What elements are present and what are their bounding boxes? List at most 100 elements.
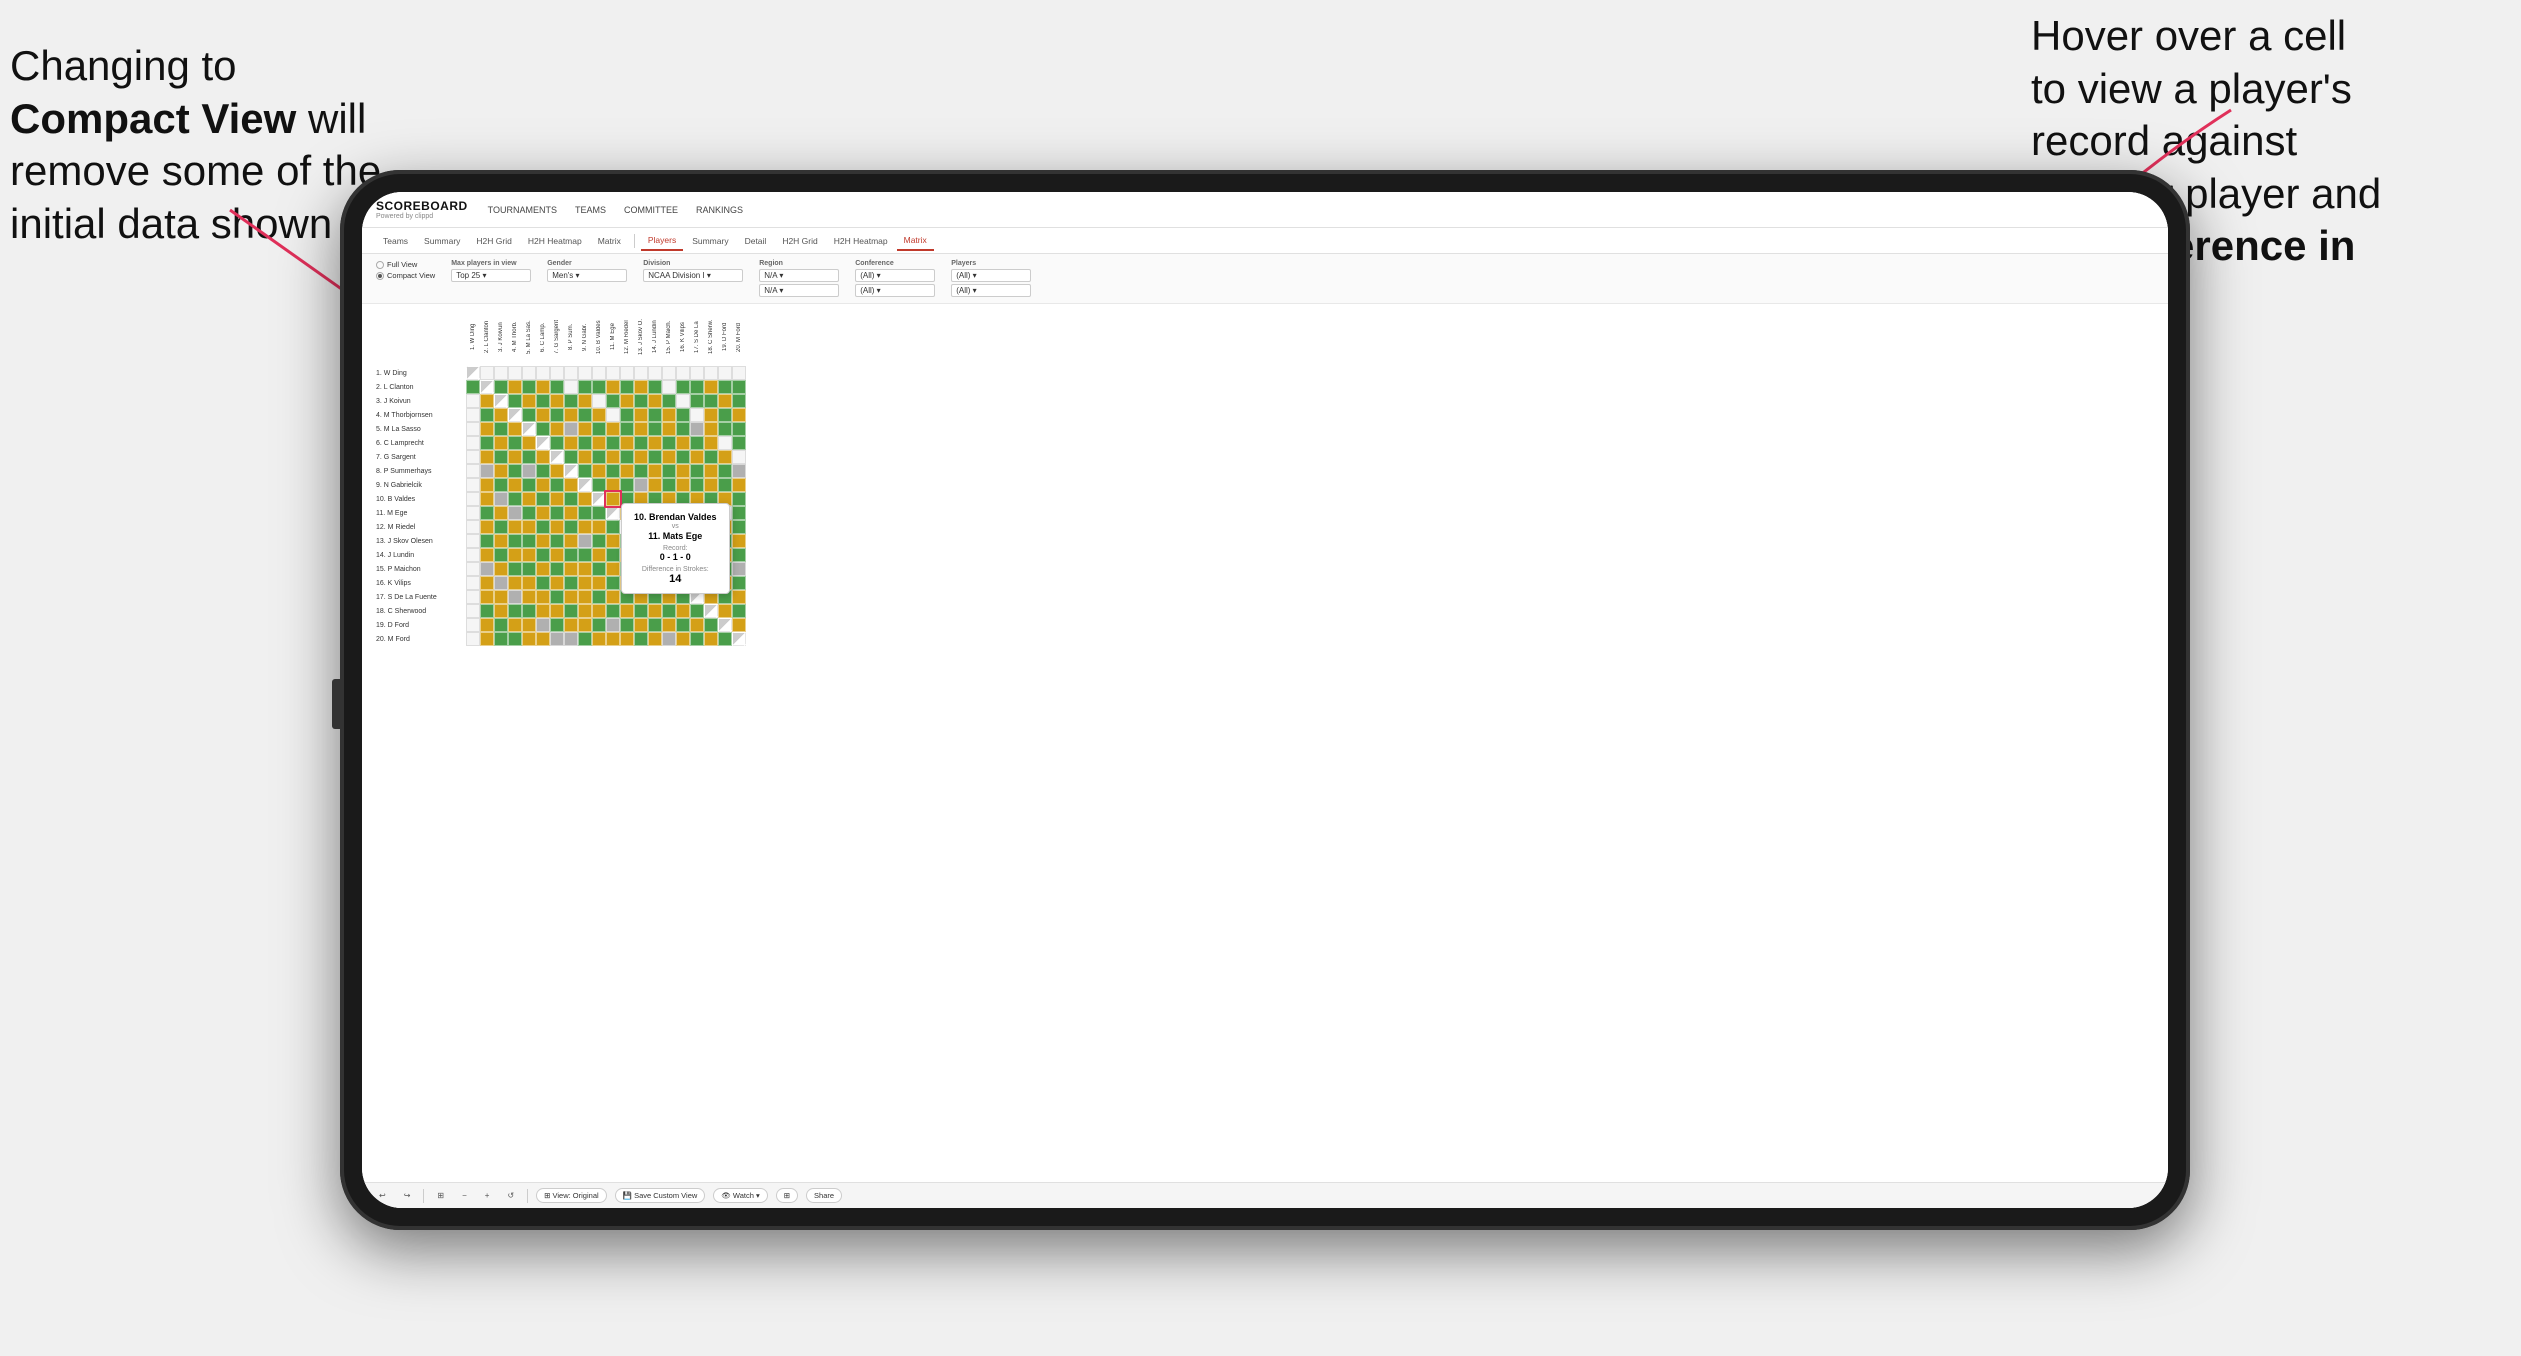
- grid-cell[interactable]: [704, 394, 718, 408]
- grid-cell[interactable]: [620, 380, 634, 394]
- grid-cell[interactable]: [578, 590, 592, 604]
- grid-cell[interactable]: [578, 380, 592, 394]
- grid-cell[interactable]: [676, 408, 690, 422]
- watch-button[interactable]: 👁 Watch ▾: [713, 1188, 767, 1203]
- grid-cell[interactable]: [606, 548, 620, 562]
- grid-cell[interactable]: [648, 380, 662, 394]
- grid-cell[interactable]: [564, 422, 578, 436]
- nav-rankings[interactable]: RANKINGS: [696, 203, 743, 217]
- grid-cell[interactable]: [466, 422, 480, 436]
- grid-cell[interactable]: [634, 604, 648, 618]
- tablet-button[interactable]: [332, 679, 340, 729]
- grid-cell[interactable]: [522, 478, 536, 492]
- grid-cell[interactable]: [620, 632, 634, 646]
- view-original-button[interactable]: ⊞ View: Original: [536, 1188, 607, 1203]
- sub-nav-h2hgrid1[interactable]: H2H Grid: [469, 232, 518, 250]
- grid-cell[interactable]: [480, 408, 494, 422]
- grid-cell[interactable]: [592, 366, 606, 380]
- grid-cell[interactable]: [662, 450, 676, 464]
- grid-cell[interactable]: [536, 464, 550, 478]
- sub-nav-detail[interactable]: Detail: [738, 232, 774, 250]
- sub-nav-h2hgrid2[interactable]: H2H Grid: [775, 232, 824, 250]
- grid-cell[interactable]: [466, 394, 480, 408]
- grid-cell[interactable]: [578, 562, 592, 576]
- grid-cell[interactable]: [718, 632, 732, 646]
- grid-cell[interactable]: [536, 408, 550, 422]
- grid-cell[interactable]: [620, 604, 634, 618]
- grid-cell[interactable]: [704, 632, 718, 646]
- grid-cell[interactable]: [676, 394, 690, 408]
- grid-cell[interactable]: [536, 436, 550, 450]
- grid-cell[interactable]: [732, 506, 746, 520]
- grid-cell[interactable]: [466, 604, 480, 618]
- grid-cell[interactable]: [592, 408, 606, 422]
- grid-cell[interactable]: [578, 506, 592, 520]
- grid-cell[interactable]: [620, 618, 634, 632]
- grid-cell[interactable]: [620, 450, 634, 464]
- grid-cell[interactable]: [634, 366, 648, 380]
- grid-cell[interactable]: [578, 548, 592, 562]
- grid-cell[interactable]: [466, 366, 480, 380]
- filter-gender-select[interactable]: Men's ▾: [547, 269, 627, 282]
- grid-cell[interactable]: [718, 464, 732, 478]
- grid-cell[interactable]: [564, 618, 578, 632]
- grid-cell[interactable]: [578, 450, 592, 464]
- grid-cell[interactable]: [606, 450, 620, 464]
- grid-cell[interactable]: [494, 366, 508, 380]
- grid-cell[interactable]: [508, 618, 522, 632]
- grid-cell[interactable]: [480, 464, 494, 478]
- grid-cell[interactable]: [494, 380, 508, 394]
- grid-cell[interactable]: [536, 562, 550, 576]
- grid-cell[interactable]: [578, 520, 592, 534]
- grid-cell[interactable]: [592, 394, 606, 408]
- grid-cell[interactable]: [592, 492, 606, 506]
- grid-cell[interactable]: [508, 492, 522, 506]
- grid-cell[interactable]: [522, 576, 536, 590]
- grid-cell[interactable]: [536, 520, 550, 534]
- grid-cell[interactable]: [620, 366, 634, 380]
- grid-cell[interactable]: [466, 576, 480, 590]
- grid-cell[interactable]: [620, 422, 634, 436]
- grid-cell[interactable]: [522, 534, 536, 548]
- grid-cell[interactable]: [522, 408, 536, 422]
- grid-cell[interactable]: [536, 380, 550, 394]
- grid-cell[interactable]: [690, 380, 704, 394]
- grid-cell[interactable]: [466, 632, 480, 646]
- grid-cell[interactable]: [564, 464, 578, 478]
- grid-cell[interactable]: [676, 436, 690, 450]
- grid-cell[interactable]: [690, 394, 704, 408]
- filter-conference-select1[interactable]: (All) ▾: [855, 269, 935, 282]
- grid-cell[interactable]: [494, 492, 508, 506]
- grid-cell[interactable]: [592, 478, 606, 492]
- grid-cell[interactable]: [550, 366, 564, 380]
- grid-cell[interactable]: [536, 534, 550, 548]
- grid-cell[interactable]: [718, 604, 732, 618]
- grid-cell[interactable]: [494, 604, 508, 618]
- grid-cell[interactable]: [606, 562, 620, 576]
- grid-cell[interactable]: [522, 464, 536, 478]
- grid-cell[interactable]: [494, 506, 508, 520]
- grid-cell[interactable]: [606, 394, 620, 408]
- grid-cell[interactable]: [648, 632, 662, 646]
- grid-cell[interactable]: [564, 450, 578, 464]
- grid-cell[interactable]: [564, 632, 578, 646]
- grid-cell[interactable]: [648, 408, 662, 422]
- grid-cell[interactable]: [592, 422, 606, 436]
- grid-cell[interactable]: [732, 478, 746, 492]
- grid-cell[interactable]: [564, 366, 578, 380]
- grid-cell[interactable]: [466, 506, 480, 520]
- grid-cell[interactable]: [732, 632, 746, 646]
- grid-cell[interactable]: [718, 618, 732, 632]
- grid-cell[interactable]: [480, 590, 494, 604]
- grid-cell[interactable]: [466, 548, 480, 562]
- grid-cell[interactable]: [466, 478, 480, 492]
- reset-button[interactable]: ↺: [502, 1189, 519, 1202]
- grid-cell[interactable]: [522, 506, 536, 520]
- grid-cell[interactable]: [592, 464, 606, 478]
- grid-cell[interactable]: [508, 590, 522, 604]
- grid-cell[interactable]: [480, 450, 494, 464]
- grid-cell[interactable]: [690, 632, 704, 646]
- grid-cell[interactable]: [536, 422, 550, 436]
- grid-cell[interactable]: [718, 366, 732, 380]
- grid-cell[interactable]: [606, 618, 620, 632]
